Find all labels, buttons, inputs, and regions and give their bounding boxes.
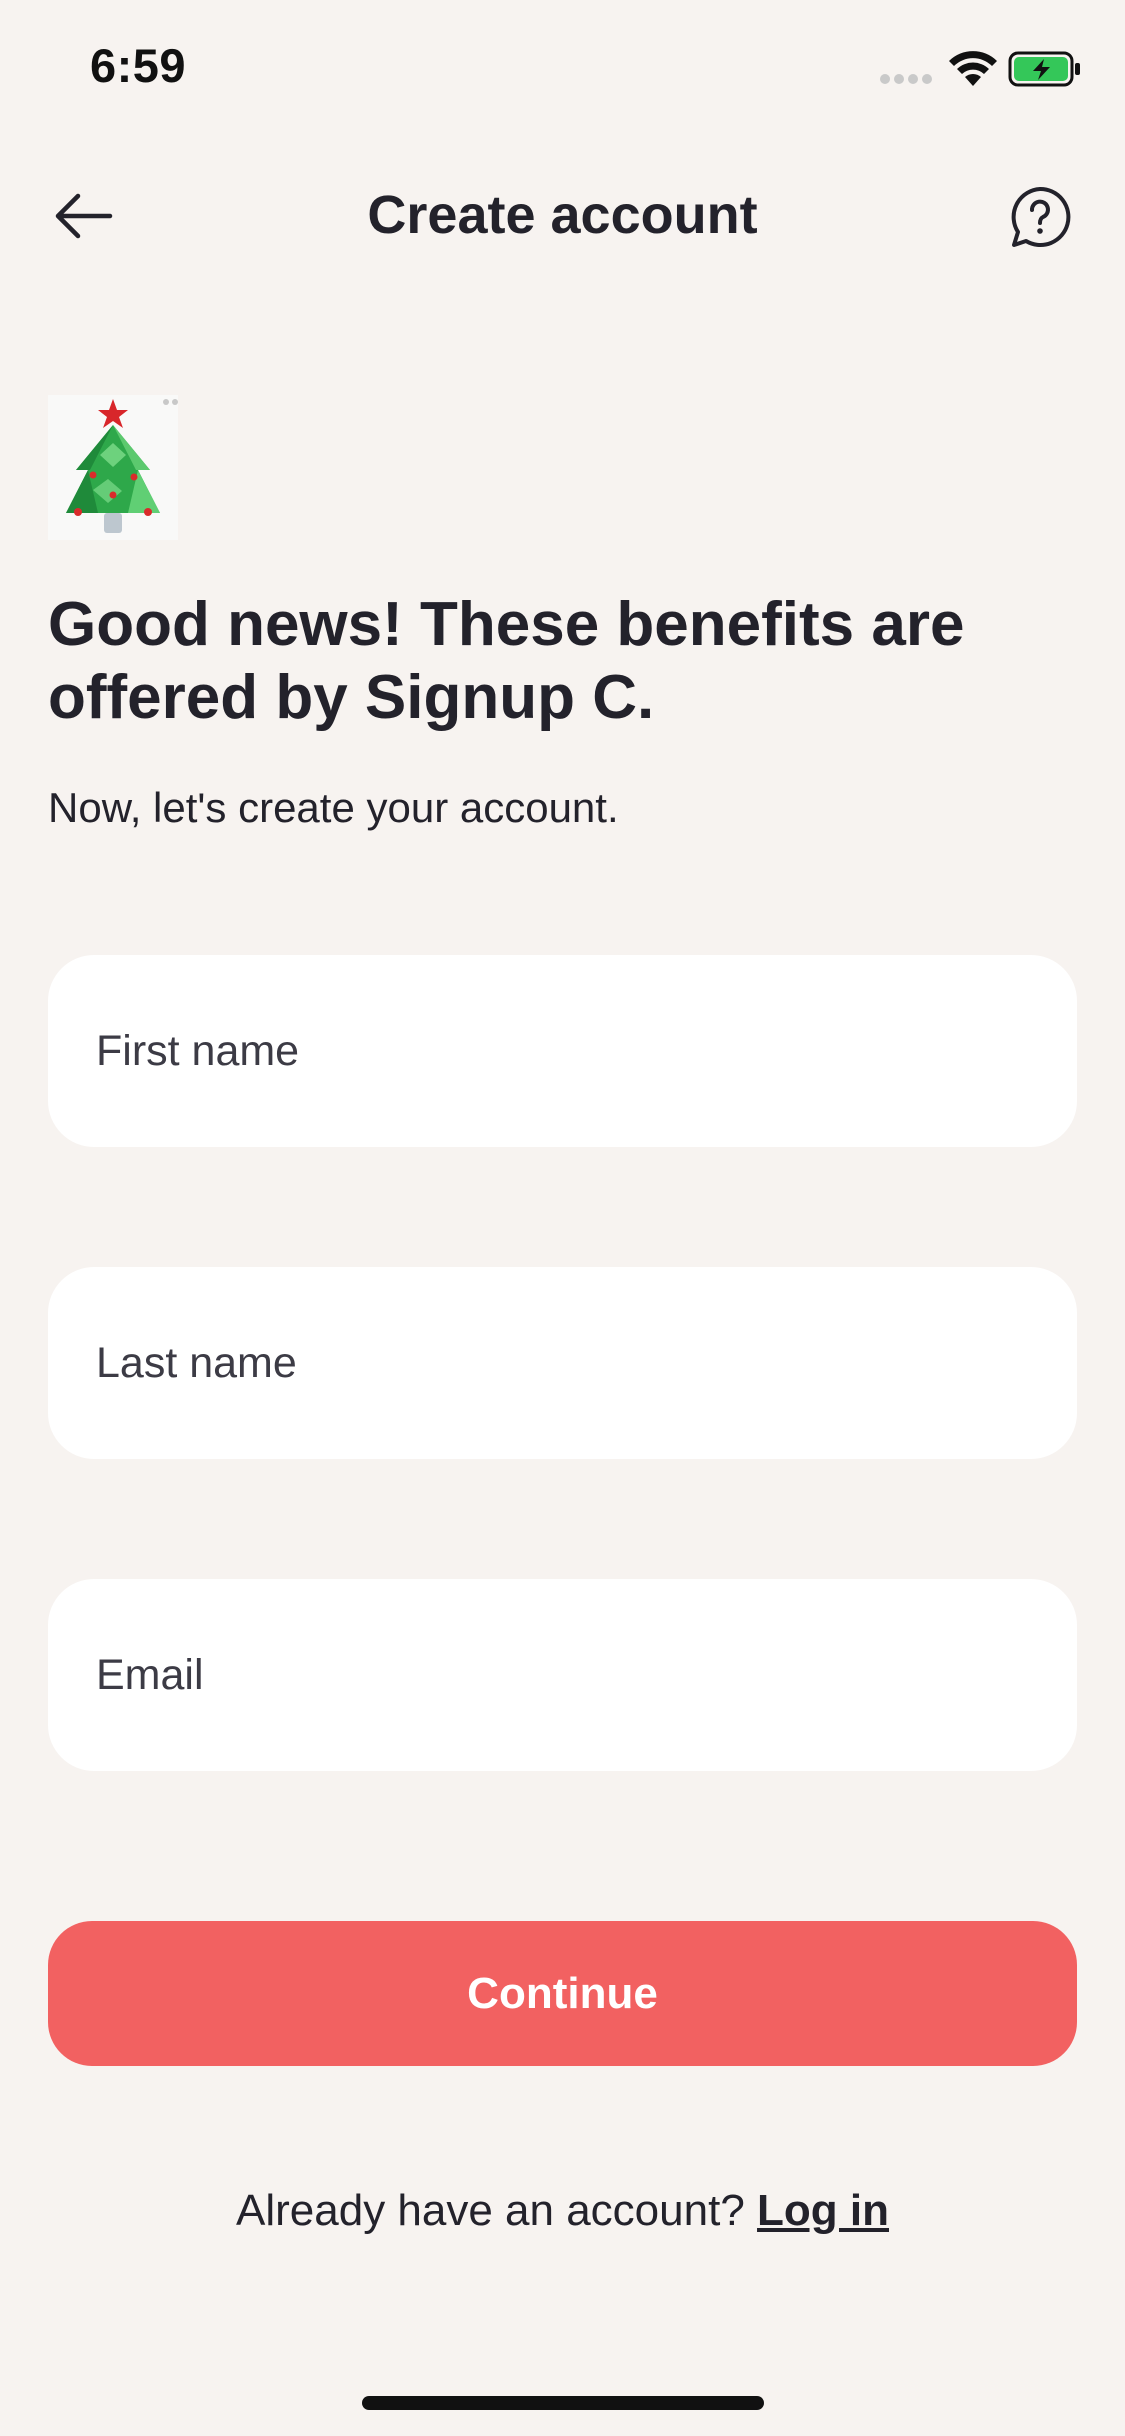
home-indicator[interactable] [362, 2396, 764, 2410]
cellular-signal-icon [880, 74, 934, 86]
email-input[interactable] [48, 1579, 1077, 1771]
status-time: 6:59 [90, 39, 187, 92]
headline: Good news! These benefits are offered by… [48, 590, 965, 732]
login-prompt-text: Already have an account? [236, 2186, 745, 2235]
page-title: Create account [367, 185, 758, 245]
status-bar: 6:59 [0, 0, 1125, 140]
login-link[interactable]: Log in [757, 2186, 889, 2235]
brand-logo [48, 395, 178, 540]
email-field-container [48, 1579, 1077, 1771]
first-name-input[interactable] [48, 955, 1077, 1147]
login-prompt-row: Already have an account? Log in [0, 2186, 1125, 2236]
wifi-icon [949, 51, 997, 86]
christmas-tree-icon [66, 399, 178, 533]
first-name-field-container [48, 955, 1077, 1147]
battery-charging-icon [1008, 51, 1080, 87]
question-bubble-icon[interactable] [1008, 185, 1072, 249]
last-name-input[interactable] [48, 1267, 1077, 1459]
last-name-field-container [48, 1267, 1077, 1459]
subtext: Now, let's create your account. [48, 784, 619, 831]
continue-button[interactable]: Continue [48, 1921, 1077, 2066]
